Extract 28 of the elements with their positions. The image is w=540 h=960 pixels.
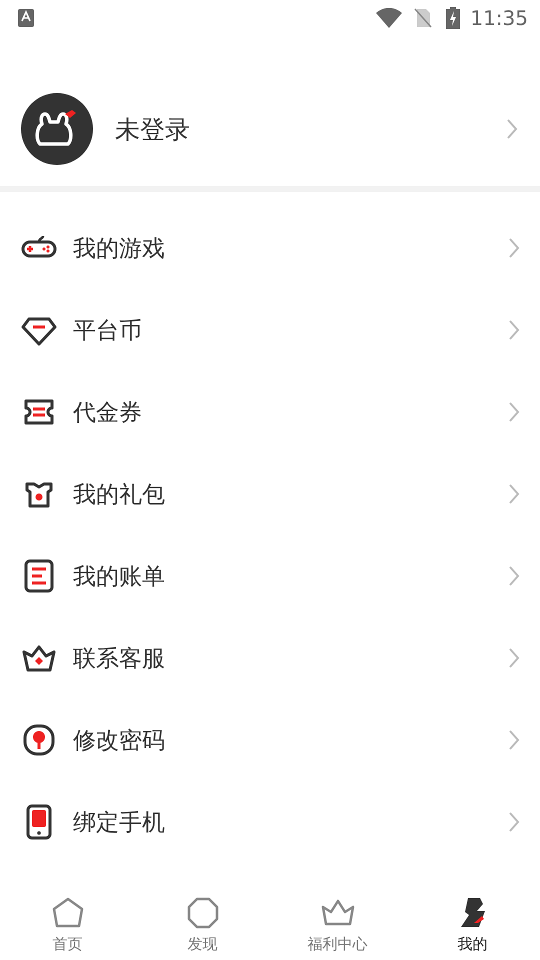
chevron-right-icon: [508, 483, 520, 505]
tab-bar-item[interactable]: 首页: [0, 885, 135, 960]
menu-item[interactable]: 我的游戏: [0, 207, 540, 289]
menu-item[interactable]: 修改密码: [0, 699, 540, 781]
menu-item[interactable]: 平台币: [0, 289, 540, 371]
chevron-right-icon: [508, 319, 520, 341]
menu-item[interactable]: 我的账单: [0, 535, 540, 617]
menu-item[interactable]: 我的礼包: [0, 453, 540, 535]
no-sim-icon: [414, 8, 432, 28]
menu-item[interactable]: 联系客服: [0, 617, 540, 699]
chevron-right-icon: [508, 565, 520, 587]
login-status[interactable]: 未登录: [115, 112, 484, 146]
chevron-right-icon: [508, 729, 520, 751]
chevron-right-icon: [508, 811, 520, 833]
pin-icon: [21, 722, 57, 758]
status-time: 11:35: [470, 6, 528, 30]
menu-item[interactable]: 代金券: [0, 371, 540, 453]
menu-item[interactable]: 绑定手机: [0, 781, 540, 863]
tab-bar-item[interactable]: 我的: [405, 885, 540, 960]
keyboard-icon: [18, 9, 34, 27]
chevron-right-icon: [508, 237, 520, 259]
battery-charging-icon: [446, 7, 460, 29]
chevron-right-icon: [506, 118, 518, 140]
wifi-icon: [376, 8, 402, 28]
tab-bar-item[interactable]: 发现: [135, 885, 270, 960]
chevron-right-icon: [508, 647, 520, 669]
tab-bar-item[interactable]: 福利中心: [270, 885, 405, 960]
chevron-right-icon: [508, 401, 520, 423]
